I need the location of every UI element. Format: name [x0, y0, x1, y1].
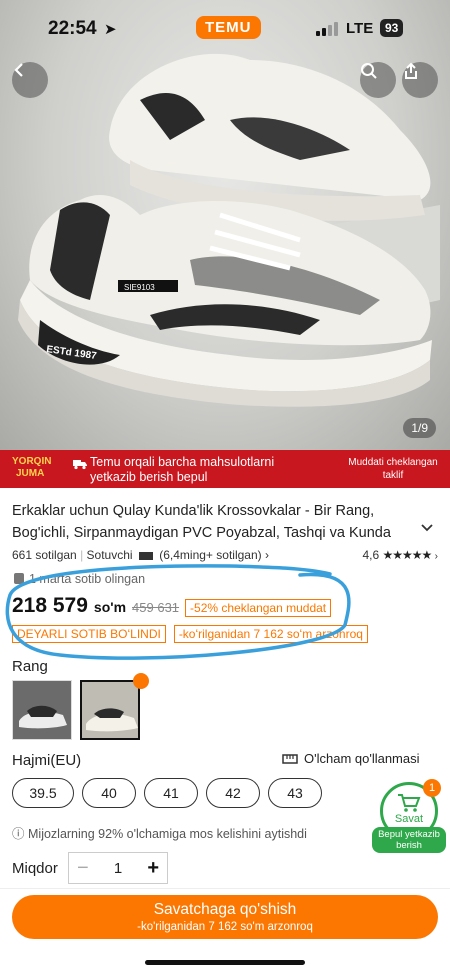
quantity-value[interactable]: 1 — [114, 860, 122, 877]
signal-icon — [316, 22, 338, 36]
chevron-down-icon[interactable] — [420, 520, 434, 534]
size-label: Hajmi(EU) — [12, 752, 82, 769]
size-option[interactable]: 40 — [82, 778, 136, 808]
rating[interactable]: 4,6 ★★★★★ › — [362, 548, 438, 562]
add-to-cart-label: Savatchaga qo'shish — [153, 901, 297, 918]
size-options: 39.5 40 41 42 43 — [12, 778, 322, 808]
fit-note: ⓘ Mijozlarning 92% o'lchamiga mos kelish… — [12, 827, 307, 841]
size-option[interactable]: 43 — [268, 778, 322, 808]
divider — [0, 888, 450, 889]
star-icons: ★★★★★ — [382, 548, 433, 562]
app-badge[interactable]: TEMU — [196, 16, 261, 39]
purchase-note: 1 marta sotib olingan — [14, 572, 145, 586]
promo-brand-2: JUMA — [16, 468, 45, 479]
promo-banner[interactable]: YORQIN JUMA Temu orqali barcha mahsulotl… — [0, 450, 450, 488]
network-type: LTE — [346, 20, 374, 37]
decrement-button[interactable]: − — [77, 857, 89, 880]
location-arrow-icon: ➤ — [104, 21, 117, 38]
price: 218 579 — [12, 594, 88, 617]
color-option-2-selected[interactable] — [80, 680, 140, 740]
seller-sales[interactable]: (6,4ming+ sotilgan) — [159, 548, 261, 562]
savings-tag: -koʻrilganidan 7 162 soʻm arzonroq — [173, 625, 368, 643]
product-image[interactable]: ESTd 1987 SIE9103 1/9 — [0, 0, 450, 450]
size-option[interactable]: 42 — [206, 778, 260, 808]
rating-value: 4,6 — [362, 548, 380, 562]
battery-icon: 93 — [380, 19, 404, 37]
sneaker-thumbnail-beige — [82, 682, 138, 738]
search-button[interactable] — [360, 62, 396, 98]
promo-timer: Muddati cheklangan taklif — [348, 457, 438, 481]
search-icon — [361, 63, 377, 79]
almost-sold-out-tag: DEYARLI SOTIB BOʻLINDI — [12, 625, 166, 643]
side-lettering: SIE9103 — [124, 283, 155, 292]
cart-label: Savat — [394, 813, 424, 825]
add-to-cart-button[interactable]: Savatchaga qo'shish -ko'rilganidan 7 162… — [12, 895, 438, 939]
bag-icon — [14, 573, 24, 584]
size-guide-link[interactable]: O'lcham qo'llanmasi — [282, 751, 420, 766]
share-button[interactable] — [402, 62, 438, 98]
add-to-cart-sub: -ko'rilganidan 7 162 so'm arzonroq — [137, 921, 313, 933]
tags-row: DEYARLI SOTIB BOʻLINDI -koʻrilganidan 7 … — [12, 625, 368, 643]
truck-icon — [73, 460, 87, 470]
price-row: 218 579 so'm 459 631 -52% cheklangan mud… — [12, 594, 332, 618]
home-indicator[interactable] — [145, 960, 305, 965]
clock: 22:54 — [48, 18, 97, 39]
hot-icon — [133, 673, 149, 689]
store-icon — [138, 551, 153, 560]
info-icon: ⓘ — [12, 827, 25, 841]
size-option[interactable]: 39.5 — [12, 778, 74, 808]
promo-message: Temu orqali barcha mahsulotlarni yetkazi… — [90, 455, 275, 484]
currency: so'm — [93, 599, 127, 615]
seller-link[interactable]: Sotuvchi — [87, 548, 133, 562]
free-shipping-pill: Bepul yetkazib berish — [372, 827, 446, 853]
back-button[interactable] — [12, 62, 48, 98]
image-counter: 1/9 — [403, 418, 436, 438]
product-title: Erkaklar uchun Qulay Kunda'lik Krossovka… — [12, 503, 391, 541]
old-price: 459 631 — [132, 600, 180, 615]
promo-brand: YORQIN — [12, 456, 52, 467]
quantity-label: Miqdor — [12, 860, 58, 877]
increment-button[interactable]: + — [147, 857, 159, 880]
sales-meta: 661 sotilgan | Sotuvchi (6,4ming+ sotilg… — [12, 548, 438, 562]
cart-icon — [398, 794, 421, 812]
share-icon — [405, 62, 417, 79]
sold-count: 661 sotilgan — [12, 548, 77, 562]
chevron-left-icon — [14, 63, 23, 77]
ruler-icon — [282, 753, 298, 764]
size-option[interactable]: 41 — [144, 778, 198, 808]
sneaker-thumbnail-gray — [13, 681, 71, 739]
color-label: Rang — [12, 658, 48, 675]
discount-badge: -52% cheklangan muddat — [185, 599, 332, 617]
color-option-1[interactable] — [12, 680, 72, 740]
status-bar: 22:54 ➤ TEMU LTE 93 — [0, 0, 450, 56]
quantity-stepper: − 1 + — [68, 852, 168, 884]
cart-count-badge: 1 — [423, 779, 441, 797]
